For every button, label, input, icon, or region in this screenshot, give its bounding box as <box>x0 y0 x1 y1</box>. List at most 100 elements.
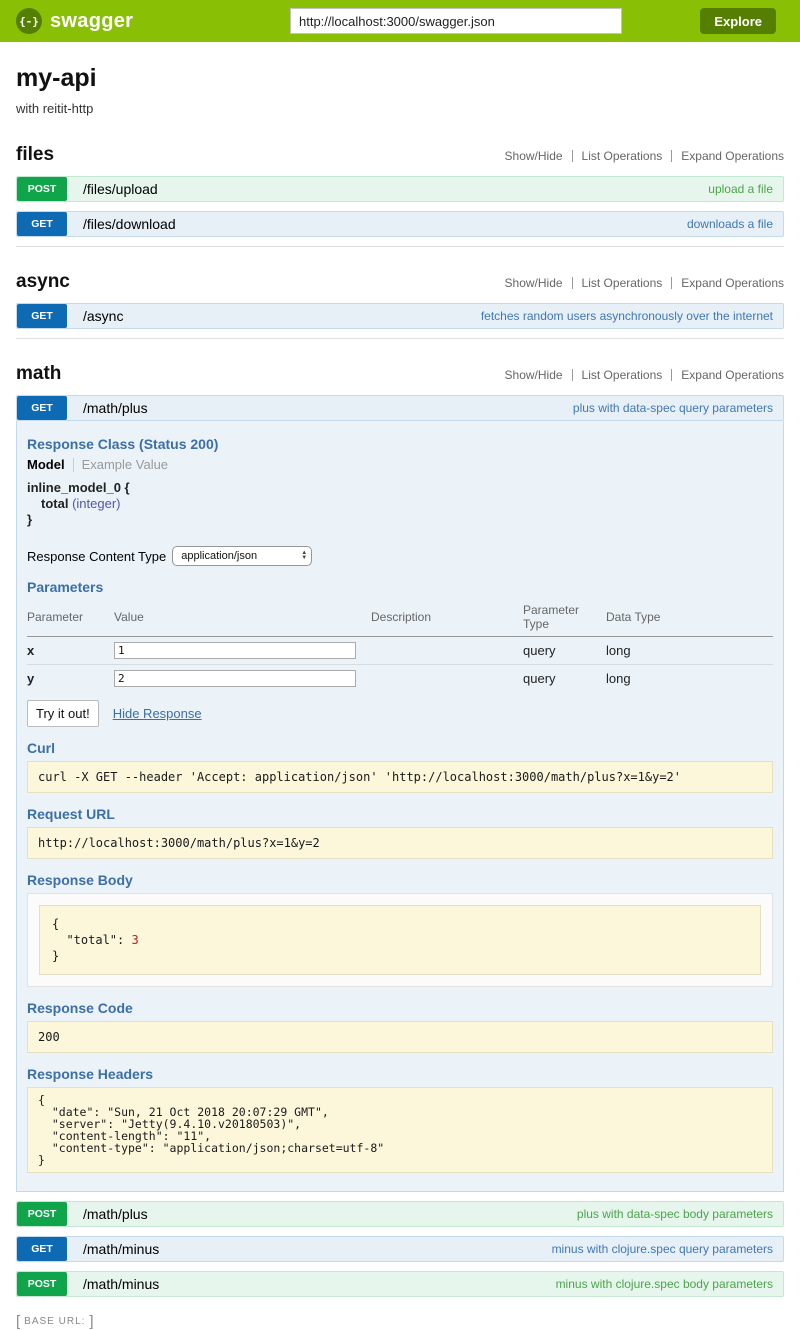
api-title: my-api <box>16 64 784 93</box>
operation-summary[interactable]: plus with data-spec body parameters <box>577 1202 773 1226</box>
try-it-out-button[interactable]: Try it out! <box>27 700 99 727</box>
method-badge: POST <box>17 177 67 201</box>
resource-title-files[interactable]: files <box>16 144 54 166</box>
resource-title-math[interactable]: math <box>16 363 61 385</box>
response-code-heading: Response Code <box>27 1000 773 1016</box>
parameters-table: Parameter Value Description Parameter Ty… <box>27 600 773 692</box>
param-data-type: long <box>606 665 773 693</box>
method-badge: POST <box>17 1272 67 1296</box>
method-badge: GET <box>17 396 67 420</box>
tab-model[interactable]: Model <box>27 457 65 472</box>
list-operations-link[interactable]: List Operations <box>573 276 672 290</box>
operation-summary[interactable]: upload a file <box>708 177 773 201</box>
show-hide-link[interactable]: Show/Hide <box>496 276 572 290</box>
base-url-label: BASE URL: <box>24 1316 85 1327</box>
operation-get-math-minus: GET /math/minus minus with clojure.spec … <box>16 1236 784 1262</box>
response-headers-heading: Response Headers <box>27 1066 773 1082</box>
operation-path[interactable]: /math/plus <box>83 1202 148 1226</box>
response-headers-json: { "date": "Sun, 21 Oct 2018 20:07:29 GMT… <box>27 1087 773 1173</box>
operation-summary[interactable]: plus with data-spec query parameters <box>573 396 773 420</box>
operation-header[interactable]: GET /math/minus minus with clojure.spec … <box>16 1236 784 1262</box>
operation-summary[interactable]: fetches random users asynchronously over… <box>481 304 773 328</box>
response-class-heading: Response Class (Status 200) <box>27 436 773 452</box>
hide-response-link[interactable]: Hide Response <box>113 706 202 721</box>
operation-post-math-plus: POST /math/plus plus with data-spec body… <box>16 1201 784 1227</box>
expand-operations-link[interactable]: Expand Operations <box>672 149 784 163</box>
response-content-type-select[interactable]: application/json ▲▼ <box>172 546 312 566</box>
column-header: Data Type <box>606 600 773 637</box>
operation-expanded-content: Response Class (Status 200) Model Exampl… <box>16 421 784 1192</box>
operation-get-async: GET /async fetches random users asynchro… <box>16 303 784 329</box>
parameters-heading: Parameters <box>27 579 773 595</box>
param-value-input-x[interactable] <box>114 642 356 659</box>
param-name: x <box>27 637 114 665</box>
method-badge: GET <box>17 212 67 236</box>
operation-path[interactable]: /math/plus <box>83 396 148 420</box>
expand-operations-link[interactable]: Expand Operations <box>672 368 784 382</box>
resource-async: async Show/Hide List Operations Expand O… <box>16 246 784 329</box>
curl-command: curl -X GET --header 'Accept: applicatio… <box>27 761 773 793</box>
separator <box>73 458 74 472</box>
explore-button[interactable]: Explore <box>700 8 776 34</box>
json-number-value: 3 <box>131 933 138 947</box>
operation-path[interactable]: /math/minus <box>83 1272 159 1296</box>
brand-text: swagger <box>50 10 133 33</box>
operation-summary[interactable]: downloads a file <box>687 212 773 236</box>
response-body-container: { "total": 3} <box>27 893 773 987</box>
resource-links: Show/Hide List Operations Expand Operati… <box>496 276 784 290</box>
resource-math: math Show/Hide List Operations Expand Op… <box>16 338 784 1297</box>
operation-header[interactable]: GET /math/plus plus with data-spec query… <box>16 395 784 421</box>
method-badge: POST <box>17 1202 67 1226</box>
response-code-value: 200 <box>27 1021 773 1053</box>
curl-heading: Curl <box>27 740 773 756</box>
operation-path[interactable]: /async <box>83 304 123 328</box>
column-header: Value <box>114 600 371 637</box>
property-type: (integer) <box>72 496 120 511</box>
operation-header[interactable]: GET /async fetches random users asynchro… <box>16 303 784 329</box>
operation-header[interactable]: POST /math/minus minus with clojure.spec… <box>16 1271 784 1297</box>
operation-summary[interactable]: minus with clojure.spec query parameters <box>552 1237 773 1261</box>
operation-get-files-download: GET /files/download downloads a file <box>16 211 784 237</box>
operation-post-files-upload: POST /files/upload upload a file <box>16 176 784 202</box>
column-header: Description <box>371 600 523 637</box>
operation-header[interactable]: POST /files/upload upload a file <box>16 176 784 202</box>
expand-operations-link[interactable]: Expand Operations <box>672 276 784 290</box>
param-description <box>371 665 523 693</box>
request-url-heading: Request URL <box>27 806 773 822</box>
param-type: query <box>523 637 606 665</box>
param-value-input-y[interactable] <box>114 670 356 687</box>
operation-path[interactable]: /math/minus <box>83 1237 159 1261</box>
show-hide-link[interactable]: Show/Hide <box>496 368 572 382</box>
response-content-type-label: Response Content Type <box>27 549 166 564</box>
param-description <box>371 637 523 665</box>
operation-path[interactable]: /files/download <box>83 212 176 236</box>
resource-title-async[interactable]: async <box>16 271 70 293</box>
operation-get-math-plus: GET /math/plus plus with data-spec query… <box>16 395 784 1192</box>
operation-summary[interactable]: minus with clojure.spec body parameters <box>556 1272 773 1296</box>
resource-links: Show/Hide List Operations Expand Operati… <box>496 149 784 163</box>
list-operations-link[interactable]: List Operations <box>573 149 672 163</box>
param-name: y <box>27 665 114 693</box>
base-url-footer: [ BASE URL: ] <box>16 1313 784 1330</box>
operation-path[interactable]: /files/upload <box>83 177 158 201</box>
operation-header[interactable]: POST /math/plus plus with data-spec body… <box>16 1201 784 1227</box>
tab-example-value[interactable]: Example Value <box>82 457 168 472</box>
select-arrows-icon: ▲▼ <box>301 551 307 561</box>
swagger-logo[interactable]: {-} swagger <box>16 8 133 34</box>
operation-header[interactable]: GET /files/download downloads a file <box>16 211 784 237</box>
response-body-json: { "total": 3} <box>39 905 761 975</box>
show-hide-link[interactable]: Show/Hide <box>496 149 572 163</box>
swagger-url-input[interactable] <box>290 8 622 34</box>
param-row-y: y query long <box>27 665 773 693</box>
param-data-type: long <box>606 637 773 665</box>
param-row-x: x query long <box>27 637 773 665</box>
response-body-heading: Response Body <box>27 872 773 888</box>
list-operations-link[interactable]: List Operations <box>573 368 672 382</box>
top-bar: {-} swagger Explore <box>0 0 800 42</box>
column-header: Parameter Type <box>523 600 606 637</box>
resource-files: files Show/Hide List Operations Expand O… <box>16 120 784 237</box>
column-header: Parameter <box>27 600 114 637</box>
operation-post-math-minus: POST /math/minus minus with clojure.spec… <box>16 1271 784 1297</box>
method-badge: GET <box>17 304 67 328</box>
resource-links: Show/Hide List Operations Expand Operati… <box>496 368 784 382</box>
